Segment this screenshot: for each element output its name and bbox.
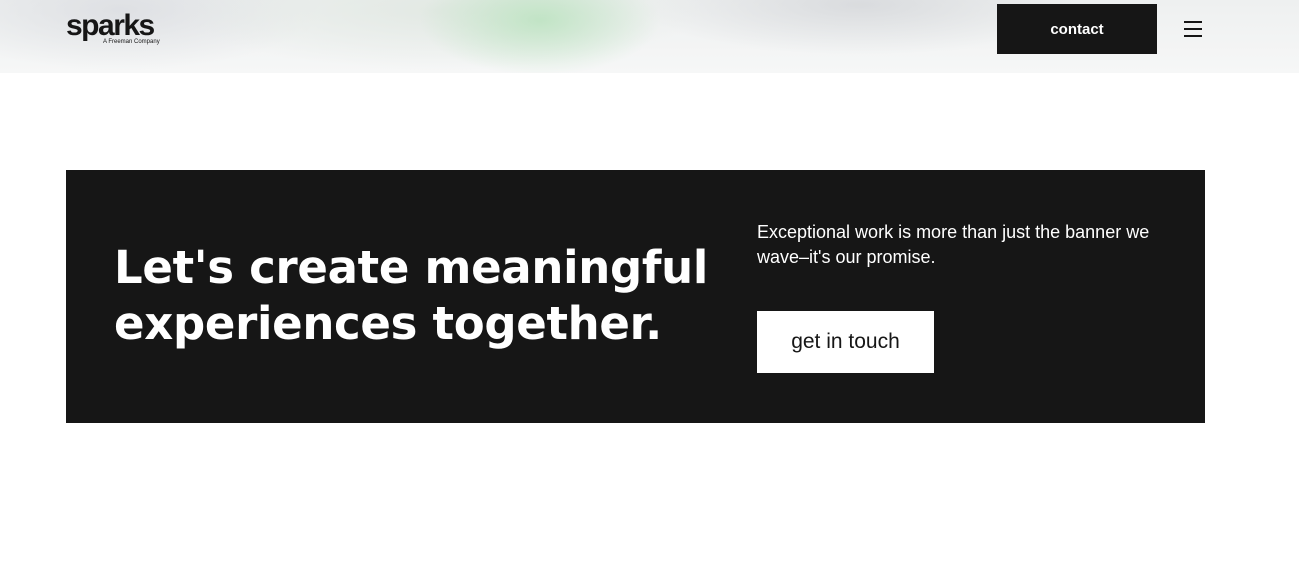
cta-banner: Let's create meaningful experiences toge… (66, 170, 1205, 423)
hamburger-menu-icon[interactable] (1180, 17, 1206, 41)
site-header: sparks A Freeman Company contact (0, 0, 1299, 73)
logo-wordmark: sparks (66, 9, 155, 42)
logo-tagline: A Freeman Company (103, 39, 160, 45)
get-in-touch-button[interactable]: get in touch (757, 311, 934, 373)
cta-heading: Let's create meaningful experiences toge… (114, 241, 709, 350)
sparks-logo[interactable]: sparks A Freeman Company (66, 10, 176, 50)
contact-button[interactable]: contact (997, 4, 1157, 54)
cta-description: Exceptional work is more than just the b… (757, 222, 1150, 267)
menu-line (1184, 35, 1202, 37)
menu-line (1184, 28, 1202, 30)
menu-line (1184, 21, 1202, 23)
